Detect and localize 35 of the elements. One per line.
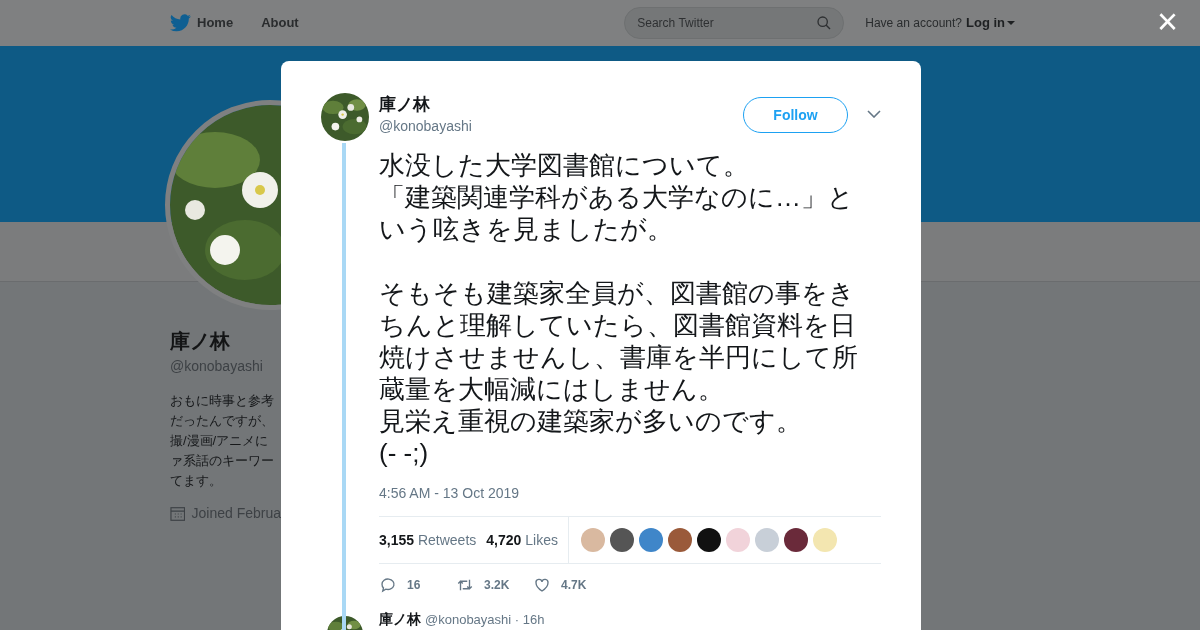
search-field[interactable]: Search Twitter xyxy=(624,7,845,39)
reply-author-handle[interactable]: @konobayashi · 16h xyxy=(425,612,545,627)
profile-name: 庫ノ林 xyxy=(170,329,231,354)
bio-line: てます。 xyxy=(170,472,223,490)
account-prompt: Have an account? xyxy=(865,15,962,32)
tweet-action[interactable]: 3.2K xyxy=(456,576,533,594)
bio-line: 撮/漫画/アニメに xyxy=(170,432,270,450)
reply-author-name[interactable]: 庫ノ林 xyxy=(379,612,421,627)
tweet-text-line: 水没した大学図書館について。 xyxy=(379,149,750,181)
stat-link[interactable]: 4,720 Likes xyxy=(486,529,558,551)
liker-avatar[interactable] xyxy=(696,528,721,552)
search-icon[interactable] xyxy=(816,15,833,31)
close-button[interactable]: × xyxy=(1156,4,1178,40)
author-name[interactable]: 庫ノ林 xyxy=(379,94,472,116)
author-handle[interactable]: @konobayashi xyxy=(379,116,472,137)
tweet-action[interactable]: 4.7K xyxy=(533,576,610,594)
heart-icon xyxy=(533,576,551,594)
nav-link[interactable]: Home xyxy=(197,13,234,33)
calendar-icon xyxy=(170,505,186,522)
tweet-action[interactable]: 16 xyxy=(379,576,456,594)
tweet-timestamp[interactable]: 4:56 AM - 13 Oct 2019 xyxy=(379,483,881,504)
tweet-text-line: 「建築関連学科がある大学なのに…」という呟きを見ましたが。 xyxy=(379,181,855,245)
tweet-text-line: そもそも建築家全員が、図書館の事をきちんと理解していたら、図書館資料を日焼けさせませんし、書庫を半円にして所蔵量を大幅減にはしません。 xyxy=(379,277,859,405)
stat-link[interactable]: 3,155 Retweets xyxy=(379,529,477,551)
login-link[interactable]: Log in xyxy=(966,13,1015,33)
liker-avatar[interactable] xyxy=(609,528,634,552)
bio-line: おもに時事と参考 xyxy=(170,392,275,410)
bio-line: ァ系話のキーワー xyxy=(170,452,275,470)
bio-line: だったんですが、 xyxy=(170,412,275,430)
liker-avatar[interactable] xyxy=(783,528,808,552)
tweet-text-line: (- -;) xyxy=(379,437,430,469)
nav-link[interactable]: About xyxy=(261,13,299,33)
tweet-text-line: 見栄え重視の建築家が多いのです。 xyxy=(379,405,803,437)
speech-bubble-icon xyxy=(379,576,397,594)
chevron-down-icon[interactable] xyxy=(867,110,881,118)
